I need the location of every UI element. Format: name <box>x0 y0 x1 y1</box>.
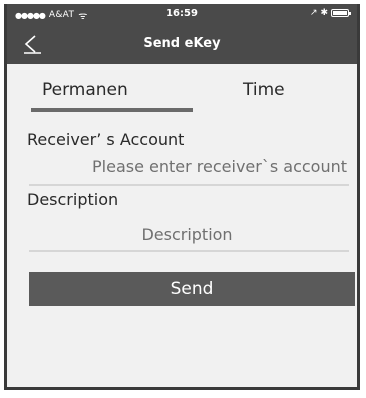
receiver-account-label: Receiver’ s Account <box>27 130 185 149</box>
nav-bar: Send eKey <box>7 26 357 64</box>
description-label: Description <box>27 190 119 209</box>
receiver-account-input[interactable] <box>27 154 347 178</box>
location-bluetooth-icon: ↗ ✱ <box>310 8 328 18</box>
status-time: 16:59 <box>166 8 198 19</box>
description-input[interactable] <box>27 222 347 246</box>
page-title: Send eKey <box>143 36 221 51</box>
phone-screen: ●●●●● A&AT ᯤ 16:59 ↗ ✱ Send eKey Permane… <box>4 4 360 390</box>
battery-icon <box>331 9 351 17</box>
tab-time[interactable]: Time <box>243 80 285 100</box>
status-bar: ●●●●● A&AT ᯤ 16:59 ↗ ✱ <box>7 4 357 26</box>
status-right: ↗ ✱ <box>310 8 351 18</box>
send-button[interactable]: Send <box>29 272 355 306</box>
receiver-divider <box>29 184 349 186</box>
tab-permanent[interactable]: Permanen <box>42 80 128 100</box>
tab-selected-indicator <box>31 108 193 112</box>
header: ●●●●● A&AT ᯤ 16:59 ↗ ✱ Send eKey <box>7 4 357 64</box>
description-divider <box>29 250 349 252</box>
tab-bar: Permanen Time <box>7 64 357 114</box>
